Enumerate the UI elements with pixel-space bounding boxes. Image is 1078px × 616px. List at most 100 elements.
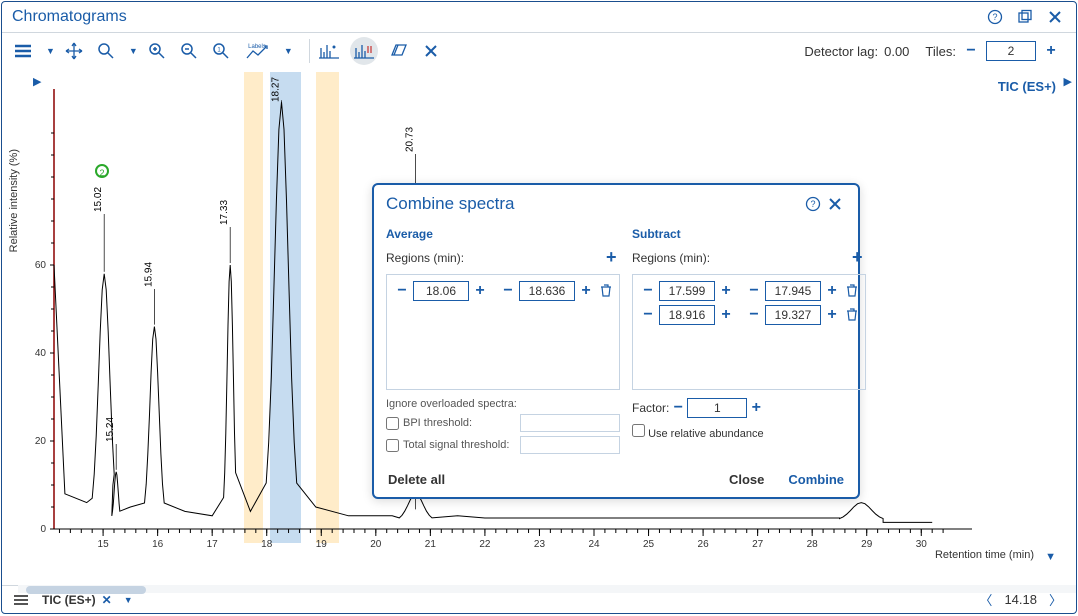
svg-text:60: 60 <box>35 260 47 271</box>
zoom-in-icon[interactable] <box>146 40 168 62</box>
factor-label: Factor: <box>632 401 669 415</box>
svg-text:28: 28 <box>807 539 819 550</box>
average-region-row: − 18.06 + − 18.636 + <box>393 281 613 301</box>
detach-icon[interactable] <box>1014 6 1036 28</box>
close-button[interactable]: Close <box>729 472 764 487</box>
svg-text:15.94: 15.94 <box>143 262 154 287</box>
avg-from-plus[interactable]: + <box>471 282 489 300</box>
avg-row-delete-icon[interactable] <box>599 283 613 300</box>
dialog-header: Combine spectra ? <box>374 185 858 223</box>
sub1-to-plus[interactable]: + <box>823 282 841 300</box>
menu-caret[interactable]: ▼ <box>46 46 55 56</box>
dialog-close-icon[interactable] <box>824 193 846 215</box>
title-bar: Chromatograms ? <box>2 2 1076 33</box>
abundance-checkbox[interactable]: Use relative abundance <box>632 424 764 440</box>
help-icon[interactable]: ? <box>984 6 1006 28</box>
average-title: Average <box>386 227 620 241</box>
detector-lag-value: 0.00 <box>884 44 909 59</box>
tiles-value[interactable]: 2 <box>986 41 1036 61</box>
bpi-checkbox[interactable]: BPI threshold: <box>386 417 472 430</box>
toolbar-divider <box>309 39 310 63</box>
labels-caret[interactable]: ▼ <box>284 46 293 56</box>
sub2-from-minus[interactable]: − <box>639 306 657 324</box>
sub-region-row-1: − 17.599 + − 17.945 + <box>639 281 859 301</box>
subtract-add-region[interactable]: + <box>848 247 866 268</box>
clear-icon[interactable] <box>420 40 442 62</box>
sub2-to-input[interactable]: 19.327 <box>765 305 821 325</box>
avg-to-input[interactable]: 18.636 <box>519 281 575 301</box>
sub1-from-input[interactable]: 17.599 <box>659 281 715 301</box>
svg-text:30: 30 <box>916 539 928 550</box>
dialog-footer: Delete all Close Combine <box>374 462 858 497</box>
svg-text:21: 21 <box>425 539 437 550</box>
bpi-input[interactable] <box>520 414 620 432</box>
subtract-section: Subtract Regions (min): + − 17.599 + − 1… <box>632 227 866 454</box>
sub2-to-minus[interactable]: − <box>745 306 763 324</box>
total-input[interactable] <box>520 436 620 454</box>
sub1-delete-icon[interactable] <box>845 283 859 300</box>
sub2-delete-icon[interactable] <box>845 307 859 324</box>
sub1-to-input[interactable]: 17.945 <box>765 281 821 301</box>
zoom-reset-icon[interactable]: 1 <box>210 40 232 62</box>
zoom-icon[interactable] <box>95 40 117 62</box>
svg-text:20: 20 <box>35 436 47 447</box>
subtract-title: Subtract <box>632 227 866 241</box>
total-checkbox[interactable]: Total signal threshold: <box>386 439 509 452</box>
factor-minus[interactable]: − <box>669 399 687 417</box>
factor-row: Factor: − 1 + <box>632 398 866 418</box>
avg-to-plus[interactable]: + <box>577 282 595 300</box>
toolbar-right: Detector lag: 0.00 Tiles: − 2 + <box>804 41 1066 61</box>
average-section: Average Regions (min): + − 18.06 + − 18.… <box>386 227 620 454</box>
close-panel-icon[interactable] <box>1044 6 1066 28</box>
tab-close-icon[interactable]: ✕ <box>102 593 112 607</box>
average-regions-label: Regions (min): <box>386 251 464 265</box>
combine-spectra-icon[interactable] <box>350 37 378 65</box>
svg-text:20: 20 <box>370 539 382 550</box>
svg-text:15: 15 <box>98 539 110 550</box>
rt-readout: 14.18 <box>1004 592 1037 607</box>
average-add-region[interactable]: + <box>602 247 620 268</box>
collapse-tri-icon[interactable]: ▶ <box>1064 75 1072 88</box>
combine-button[interactable]: Combine <box>788 472 844 487</box>
sub2-to-plus[interactable]: + <box>823 306 841 324</box>
svg-text:25: 25 <box>643 539 655 550</box>
avg-to-minus[interactable]: − <box>499 282 517 300</box>
svg-text:22: 22 <box>479 539 491 550</box>
sub2-from-plus[interactable]: + <box>717 306 735 324</box>
horizontal-scrollbar[interactable] <box>18 585 1076 593</box>
dialog-title: Combine spectra <box>386 194 802 214</box>
sub2-from-input[interactable]: 18.916 <box>659 305 715 325</box>
tiles-plus[interactable]: + <box>1042 42 1060 60</box>
svg-text:23: 23 <box>534 539 546 550</box>
dialog-help-icon[interactable]: ? <box>802 193 824 215</box>
panel-title: Chromatograms <box>12 8 976 26</box>
avg-from-minus[interactable]: − <box>393 282 411 300</box>
sub1-from-minus[interactable]: − <box>639 282 657 300</box>
svg-text:40: 40 <box>35 348 47 359</box>
delete-all-button[interactable]: Delete all <box>388 472 445 487</box>
svg-text:24: 24 <box>588 539 600 550</box>
tab-caret[interactable]: ▼ <box>124 595 133 605</box>
combine-spectra-dialog: Combine spectra ? Average Regions (min):… <box>372 183 860 499</box>
toolbar: ▼ ▼ 1 Labels ▼ <box>2 33 1076 69</box>
factor-input[interactable]: 1 <box>687 398 747 418</box>
zoom-caret[interactable]: ▼ <box>129 46 138 56</box>
svg-text:27: 27 <box>752 539 764 550</box>
svg-text:?: ? <box>992 12 997 22</box>
sub1-from-plus[interactable]: + <box>717 282 735 300</box>
svg-text:18: 18 <box>261 539 273 550</box>
ignore-label: Ignore overloaded spectra: <box>386 398 620 410</box>
scrollbar-thumb[interactable] <box>26 586 146 594</box>
erase-icon[interactable] <box>388 40 410 62</box>
avg-from-input[interactable]: 18.06 <box>413 281 469 301</box>
spectrum-at-point-icon[interactable] <box>318 40 340 62</box>
labels-icon[interactable]: Labels <box>242 40 272 62</box>
zoom-out-icon[interactable] <box>178 40 200 62</box>
move-icon[interactable] <box>63 40 85 62</box>
menu-icon[interactable] <box>12 40 34 62</box>
svg-text:29: 29 <box>861 539 873 550</box>
factor-plus[interactable]: + <box>747 399 765 417</box>
svg-text:0: 0 <box>40 524 46 535</box>
tiles-minus[interactable]: − <box>962 42 980 60</box>
sub1-to-minus[interactable]: − <box>745 282 763 300</box>
